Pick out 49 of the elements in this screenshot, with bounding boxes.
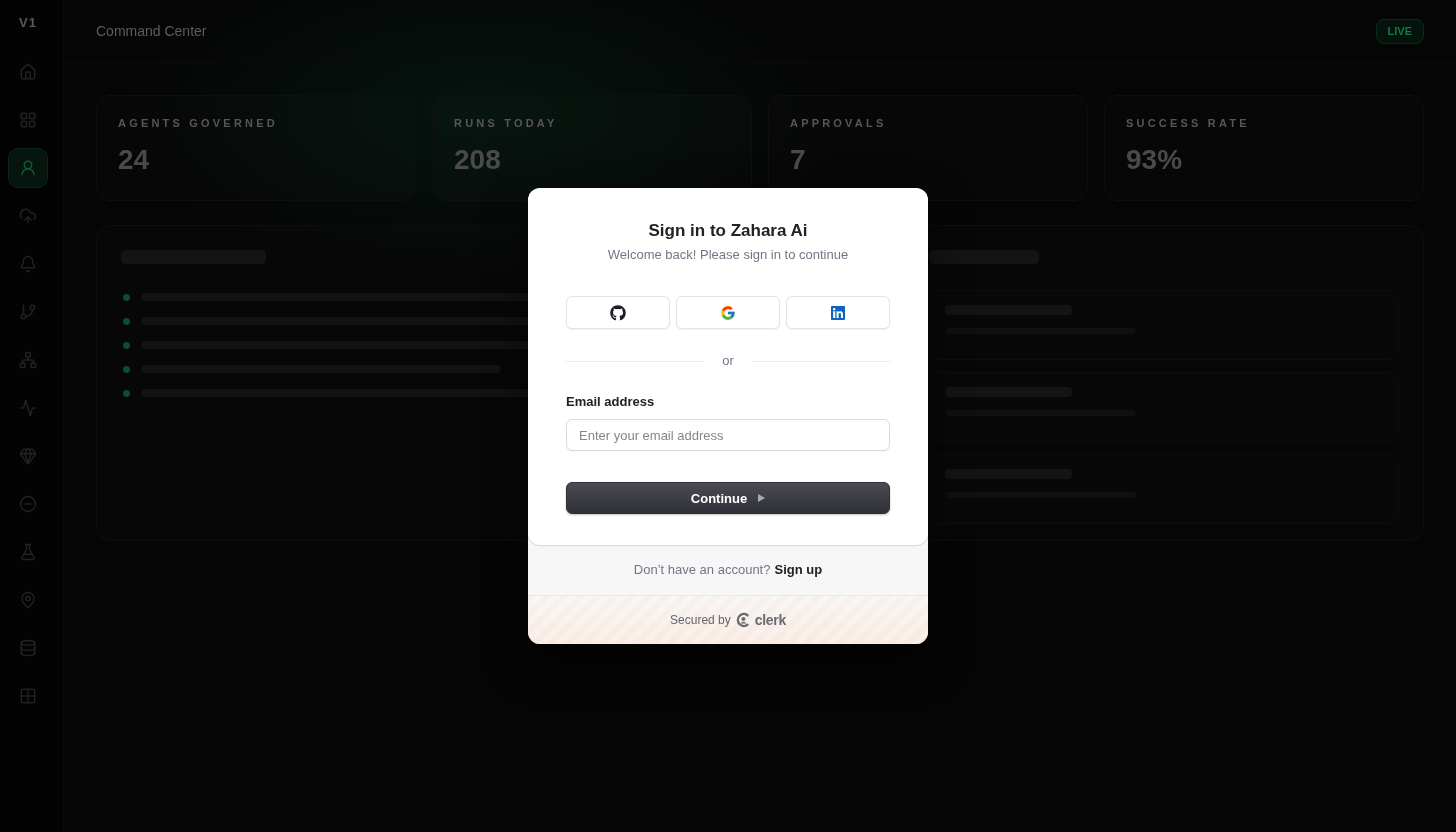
google-sign-in-button[interactable]	[676, 296, 780, 329]
stat-label: RUNS TODAY	[454, 116, 558, 130]
dialog-subtitle: Welcome back! Please sign in to continue	[606, 246, 850, 264]
gem-icon	[19, 447, 37, 465]
grid-icon	[19, 687, 37, 705]
cloud-upload-icon	[19, 207, 37, 225]
dot-icon	[123, 389, 130, 397]
brand-name: clerk	[754, 611, 786, 629]
stat-label: AGENTS GOVERNED	[118, 116, 278, 130]
stat-value: 24	[118, 143, 150, 177]
map-pin-icon	[19, 591, 37, 609]
github-sign-in-button[interactable]	[566, 296, 670, 329]
grid-icon	[19, 111, 37, 129]
dot-icon	[123, 317, 130, 325]
nav-item[interactable]	[8, 148, 48, 188]
branch-icon	[19, 303, 37, 321]
home-icon	[19, 63, 37, 81]
secured-text: Secured by	[670, 612, 731, 629]
dot-icon	[123, 341, 130, 349]
dialog-title: Sign in to Zahara Ai	[647, 220, 809, 242]
circle-minus-icon	[19, 495, 37, 513]
linkedin-sign-in-button[interactable]	[786, 296, 890, 329]
continue-button[interactable]: Continue	[566, 482, 890, 514]
flask-icon	[19, 543, 37, 561]
prompt-text: Don’t have an account?	[633, 561, 771, 579]
field-label: Email address	[566, 393, 656, 411]
google-logo-icon	[720, 304, 736, 321]
dot-icon	[123, 365, 130, 373]
divider-text: or	[722, 353, 734, 369]
stat-label: SUCCESS RATE	[1126, 116, 1250, 130]
stat-value: 208	[454, 143, 501, 177]
logo-icon	[735, 612, 750, 628]
sign-up-link[interactable]: Sign up	[774, 561, 823, 579]
page-title: Command Center	[96, 22, 207, 40]
network-icon	[19, 351, 37, 369]
user-icon	[19, 159, 37, 177]
logo: V1	[18, 14, 38, 32]
linkedin-logo-icon	[830, 304, 846, 321]
stat-label: APPROVALS	[790, 116, 887, 130]
dot-icon	[123, 293, 130, 301]
email-input[interactable]: Enter your email address	[566, 419, 890, 451]
stat-value: 7	[790, 143, 806, 177]
activity-icon	[19, 399, 37, 417]
github-logo-icon	[610, 304, 626, 321]
live-badge: LIVE	[1375, 18, 1424, 44]
database-icon	[19, 639, 37, 657]
caret-icon	[758, 494, 766, 502]
stat-value: 93%	[1126, 143, 1183, 177]
bell-icon	[19, 255, 37, 273]
